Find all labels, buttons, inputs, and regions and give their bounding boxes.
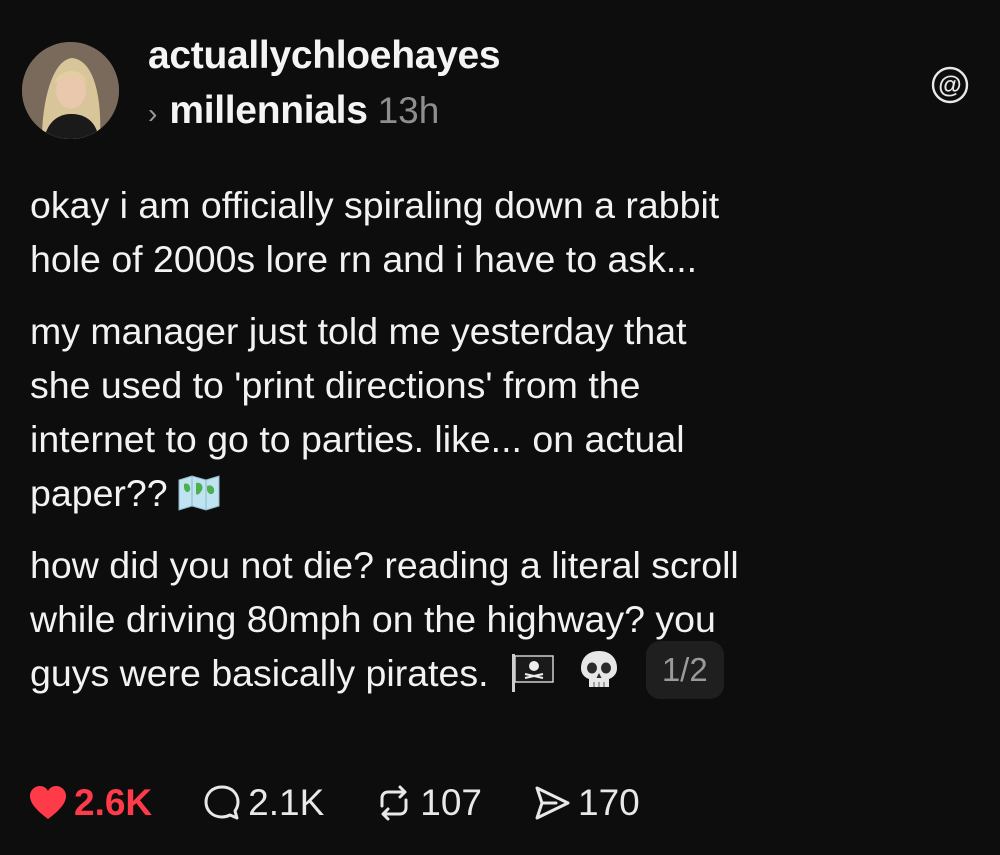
post-paragraph-1: okay i am officially spiraling down a ra…	[30, 178, 980, 286]
heart-icon	[30, 786, 66, 819]
post-line: okay i am officially spiraling down a ra…	[30, 184, 720, 226]
post-line: guys were basically pirates.	[30, 652, 489, 694]
post-line: paper??	[30, 472, 168, 514]
page-indicator[interactable]: 1/2	[645, 641, 724, 700]
reply-button[interactable]: 2.1K	[202, 782, 324, 824]
repost-icon	[380, 785, 408, 821]
avatar[interactable]	[22, 42, 119, 139]
repost-button[interactable]: 107	[374, 782, 482, 824]
post-paragraph-3: how did you not die? reading a literal s…	[30, 538, 980, 705]
post-line: while driving 80mph on the highway? you	[30, 598, 716, 640]
action-bar: 2.6K 2.1K 107 170	[28, 782, 690, 824]
post-paragraph-2: my manager just told me yesterday that s…	[30, 304, 980, 520]
post-line: she used to 'print directions' from the	[30, 364, 641, 406]
post-line: hole of 2000s lore rn and i have to ask.…	[30, 238, 698, 280]
svg-text:@: @	[938, 72, 961, 99]
community-row: › millennials 13h	[148, 89, 439, 133]
chevron-right-icon: ›	[148, 98, 158, 129]
post-line: how did you not die? reading a literal s…	[30, 544, 739, 586]
post-line-with-emoji: paper??	[30, 466, 980, 520]
pirate-flag-icon	[511, 654, 554, 692]
post-line: my manager just told me yesterday that	[30, 310, 687, 352]
comment-icon	[204, 785, 240, 820]
post-body: okay i am officially spiraling down a ra…	[30, 178, 980, 723]
like-button[interactable]: 2.6K	[28, 782, 152, 824]
send-icon	[535, 786, 570, 820]
share-count: 170	[578, 782, 640, 823]
repost-count: 107	[420, 782, 483, 823]
reply-count: 2.1K	[248, 782, 325, 823]
like-count: 2.6K	[74, 782, 153, 823]
threads-logo-icon[interactable]: @	[931, 66, 969, 104]
post-line-with-emoji: guys were basically pirates. 1/2	[30, 641, 980, 705]
share-button[interactable]: 170	[532, 782, 640, 824]
post-time: 13h	[377, 90, 440, 131]
post-line: internet to go to parties. like... on ac…	[30, 418, 685, 460]
community-name[interactable]: millennials	[169, 89, 368, 133]
world-map-icon	[178, 475, 220, 511]
skull-icon	[581, 651, 618, 687]
author-username[interactable]: actuallychloehayes	[148, 34, 501, 78]
